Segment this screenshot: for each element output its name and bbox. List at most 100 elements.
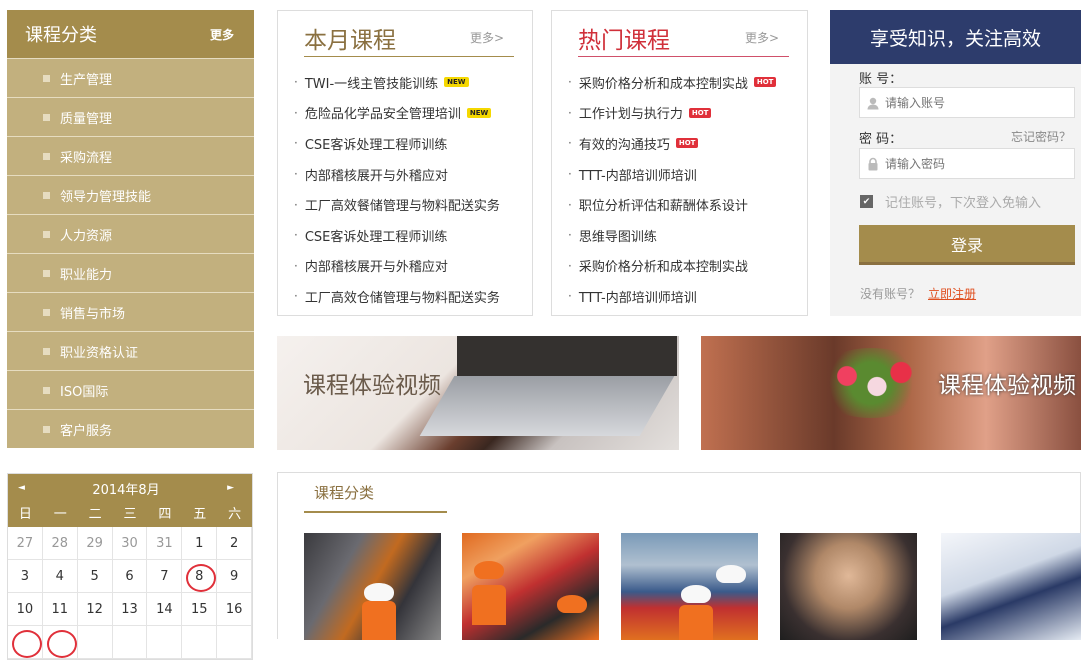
next-month-icon[interactable]: ► <box>227 483 234 493</box>
sidebar-item-sales[interactable]: 销售与市场 <box>7 292 254 331</box>
sidebar-item-label: 领导力管理技能 <box>60 189 152 205</box>
login-button[interactable]: 登录 <box>859 225 1075 265</box>
calendar-day[interactable]: 16 <box>217 593 253 626</box>
course-link[interactable]: · 危险品化学品安全管理培训 NEW <box>294 98 532 129</box>
course-link[interactable]: · 内部稽核展开与外稽应对 <box>294 159 532 190</box>
more-link[interactable]: 更多> <box>745 29 779 46</box>
square-bullet-icon <box>43 113 50 121</box>
course-link[interactable]: · 工厂高效餐储管理与物料配送实务 <box>294 189 532 220</box>
hardhat-image <box>716 565 746 583</box>
calendar-day[interactable]: 10 <box>8 593 43 626</box>
square-bullet-icon <box>43 347 50 355</box>
checkbox-checked-icon[interactable]: ✔ <box>860 195 873 208</box>
course-link[interactable]: · TTT-内部培训师培训 <box>568 159 807 190</box>
calendar-day-highlighted[interactable] <box>42 626 78 659</box>
sidebar-item-production[interactable]: 生产管理 <box>7 58 254 97</box>
password-field[interactable] <box>859 148 1075 179</box>
category-thumbnail[interactable] <box>621 533 758 640</box>
account-input[interactable] <box>885 95 1065 110</box>
prev-month-icon[interactable]: ◄ <box>18 483 25 493</box>
sidebar-item-certification[interactable]: 职业资格认证 <box>7 331 254 370</box>
password-label: 密 码： <box>859 132 903 147</box>
calendar-day[interactable] <box>147 626 183 659</box>
course-link[interactable]: · CSE客诉处理工程师训练 <box>294 220 532 251</box>
sidebar-item-service[interactable]: 客户服务 <box>7 409 254 448</box>
calendar-day[interactable]: 28 <box>42 527 78 560</box>
category-thumbnail[interactable] <box>462 533 599 640</box>
sidebar-item-quality[interactable]: 质量管理 <box>7 97 254 136</box>
calendar-day-highlighted[interactable]: 8 <box>182 560 218 593</box>
sidebar-item-leadership[interactable]: 领导力管理技能 <box>7 175 254 214</box>
sidebar-title: 课程分类 <box>25 25 97 46</box>
course-link[interactable]: · 工作计划与执行力 HOT <box>568 98 807 129</box>
square-bullet-icon <box>43 425 50 433</box>
calendar-day[interactable]: 14 <box>147 593 183 626</box>
course-link[interactable]: · 采购价格分析和成本控制实战 HOT <box>568 67 807 98</box>
sidebar-item-purchasing[interactable]: 采购流程 <box>7 136 254 175</box>
calendar-day-highlighted[interactable] <box>8 626 43 659</box>
calendar-day[interactable]: 29 <box>77 527 113 560</box>
course-link[interactable]: · 职位分析评估和薪酬体系设计 <box>568 189 807 220</box>
lock-icon <box>868 157 878 170</box>
course-link[interactable]: · TTT-内部培训师培训 <box>568 281 807 312</box>
course-link[interactable]: · 工厂高效仓储管理与物料配送实务 <box>294 281 532 312</box>
categories-section: 课程分类 <box>277 472 1081 640</box>
more-link[interactable]: 更多> <box>470 29 504 46</box>
bullet-dot-icon: · <box>568 258 572 273</box>
remember-me-label: 记住账号，下次登入免输入 <box>885 196 1042 211</box>
calendar-day[interactable]: 31 <box>147 527 183 560</box>
sidebar-item-label: 采购流程 <box>60 150 113 166</box>
worker-image <box>472 585 506 625</box>
forgot-password-link[interactable]: 忘记密码？ <box>1011 128 1071 145</box>
calendar-day[interactable]: 3 <box>8 560 43 593</box>
laptop-screen-image <box>457 336 677 376</box>
calendar-day[interactable]: 6 <box>112 560 148 593</box>
sidebar-item-label: ISO国际 <box>60 384 109 400</box>
course-link[interactable]: · CSE客诉处理工程师训练 <box>294 128 532 159</box>
hot-badge: HOT <box>675 138 699 149</box>
course-title: 危险品化学品安全管理培训 <box>304 107 461 123</box>
calendar-day[interactable] <box>77 626 113 659</box>
register-link[interactable]: 立即注册 <box>928 287 976 301</box>
sidebar-item-label: 生产管理 <box>60 72 113 88</box>
category-thumbnail[interactable] <box>304 533 441 640</box>
sidebar-more-link[interactable]: 更多 <box>210 26 234 43</box>
calendar-day[interactable]: 13 <box>112 593 148 626</box>
calendar-day[interactable] <box>112 626 148 659</box>
account-field[interactable] <box>859 87 1075 118</box>
category-thumbnail[interactable] <box>941 533 1081 640</box>
calendar-day[interactable]: 27 <box>8 527 43 560</box>
banner-label: 课程体验视频 <box>303 373 441 399</box>
course-link[interactable]: · 思维导图训练 <box>568 220 807 251</box>
course-title: 采购价格分析和成本控制实战 <box>578 76 748 92</box>
course-link[interactable]: · 有效的沟通技巧 HOT <box>568 128 807 159</box>
password-input[interactable] <box>885 156 1065 171</box>
course-link[interactable]: · 内部稽核展开与外稽应对 <box>294 251 532 282</box>
remember-me[interactable]: ✔ 记住账号，下次登入免输入 <box>860 192 1041 211</box>
sidebar-item-hr[interactable]: 人力资源 <box>7 214 254 253</box>
video-banner[interactable]: 课程体验视频 <box>277 336 679 450</box>
calendar-day[interactable] <box>217 626 253 659</box>
calendar-day[interactable]: 11 <box>42 593 78 626</box>
hardhat-image <box>364 583 394 601</box>
category-thumbnail[interactable] <box>780 533 917 640</box>
bullet-dot-icon: · <box>568 289 572 304</box>
calendar-day[interactable]: 5 <box>77 560 113 593</box>
sidebar-item-iso[interactable]: ISO国际 <box>7 370 254 409</box>
sidebar-item-career[interactable]: 职业能力 <box>7 253 254 292</box>
calendar-day[interactable]: 4 <box>42 560 78 593</box>
calendar-day[interactable] <box>182 626 218 659</box>
calendar-day[interactable]: 9 <box>217 560 253 593</box>
course-link[interactable]: · TWI-一线主管技能训练 NEW <box>294 67 532 98</box>
calendar-day[interactable]: 12 <box>77 593 113 626</box>
calendar-day[interactable]: 30 <box>112 527 148 560</box>
calendar-day[interactable]: 7 <box>147 560 183 593</box>
calendar-day[interactable]: 15 <box>182 593 218 626</box>
calendar-day[interactable]: 1 <box>182 527 218 560</box>
course-title: 采购价格分析和成本控制实战 <box>578 260 748 276</box>
calendar-day[interactable]: 2 <box>217 527 253 560</box>
video-banner[interactable]: 课程体验视频 <box>701 336 1081 450</box>
flowers-image <box>811 348 931 418</box>
weekday-label: 五 <box>193 507 207 522</box>
course-link[interactable]: · 采购价格分析和成本控制实战 <box>568 251 807 282</box>
